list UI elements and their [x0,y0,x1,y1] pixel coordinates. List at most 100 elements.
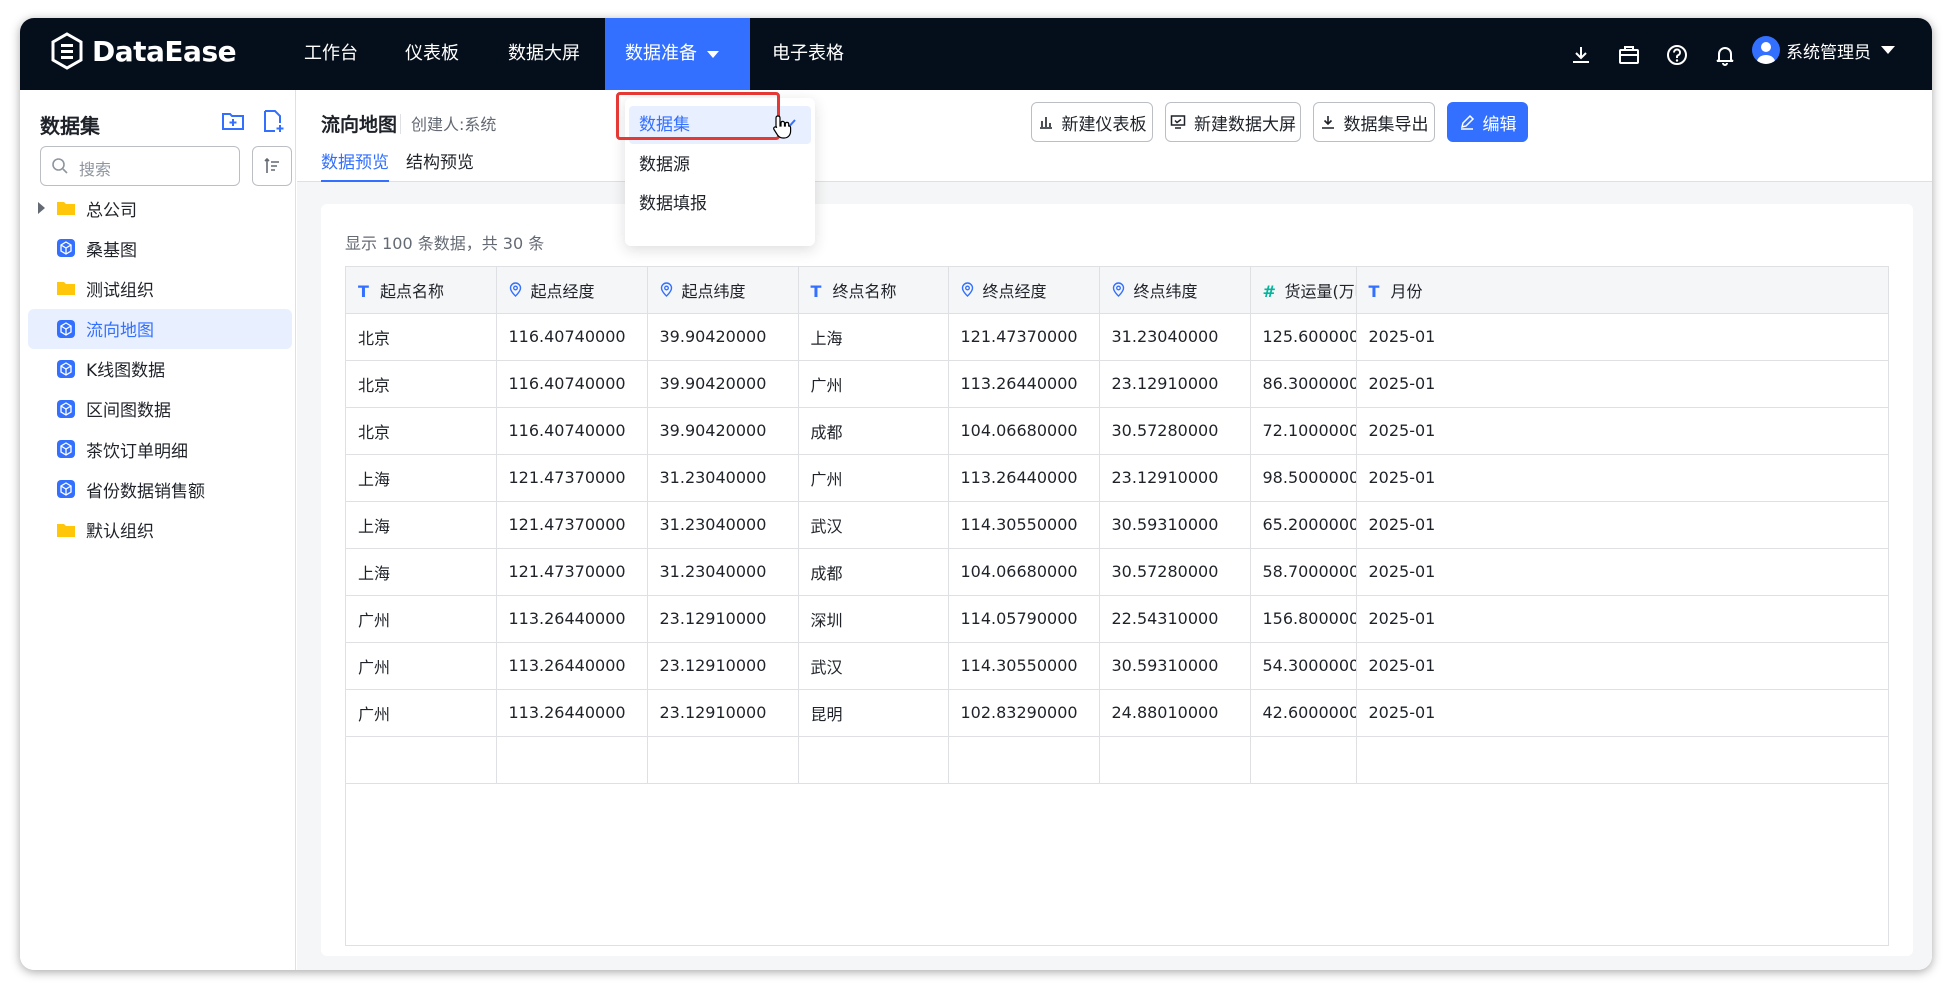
table-cell: 104.06680000 [948,407,1100,455]
location-type-icon [509,282,523,301]
table-row [346,736,1888,784]
nav-item-workbench[interactable]: 工作台 [304,18,358,90]
screen-icon [1170,115,1186,129]
caret-down-icon [707,50,719,58]
bell-icon[interactable] [1714,44,1736,66]
table-cell: 39.90420000 [647,360,799,408]
column-header[interactable]: 终点经度 [948,267,1100,314]
user-menu[interactable]: 系统管理员 [1752,36,1895,64]
column-header[interactable]: 起点纬度 [647,267,799,314]
table-row: 上海 121.47370000 31.23040000 武汉 114.30550000 3… [346,501,1888,549]
dataset-cube-icon [57,480,75,499]
search-input[interactable]: 搜索 [40,146,240,186]
table-cell: 2025-01 [1356,313,1888,361]
export-dataset-label: 数据集导出 [1343,114,1429,135]
table-cell: 上海 [798,313,949,361]
tree-item-folder[interactable]: 默认组织 [28,510,292,550]
column-header[interactable]: T 月份 [1356,267,1888,314]
table-cell: 65.20000000 [1250,501,1357,549]
column-header-label: 终点纬度 [1133,281,1198,301]
table-cell: 121.47370000 [496,501,648,549]
table-cell: 广州 [346,595,497,643]
tab-structure-preview[interactable]: 结构预览 [406,148,474,182]
expand-arrow-icon[interactable] [38,202,45,214]
export-dataset-button[interactable]: 数据集导出 [1313,102,1435,142]
logo[interactable]: DataEase [50,32,237,70]
sort-button[interactable] [252,146,292,186]
nav-item-data-prep-label: 数据准备 [625,43,697,64]
table-cell [1250,736,1357,784]
sidebar-title: 数据集 [40,114,100,138]
dropdown-item-data-filling[interactable]: 数据填报 [629,185,811,223]
table-cell: 31.23040000 [647,454,799,502]
column-header[interactable]: 起点经度 [496,267,648,314]
sidebar: 数据集 搜索 总公司 桑基图 测试组织 流向地图 K线图数据 区间图数据 茶饮订… [20,90,296,970]
table-cell: 42.60000000 [1250,689,1357,737]
table-cell: 2025-01 [1356,548,1888,596]
main-header: 流向地图 创建人:系统 数据预览 结构预览 新建仪表板 新建数据大屏 数据集导出… [297,90,1932,182]
table-cell: 104.06680000 [948,548,1100,596]
tree-item-dataset-selected[interactable]: 流向地图 [28,308,292,349]
table-cell: 86.30000000 [1250,360,1357,408]
edit-button[interactable]: 编辑 [1447,102,1528,142]
table-cell: 113.26440000 [948,360,1100,408]
tree-item-dataset[interactable]: 省份数据销售额 [28,469,292,509]
help-icon[interactable] [1666,44,1688,66]
table-cell: 深圳 [798,595,949,643]
table-cell: 2025-01 [1356,501,1888,549]
edit-label: 编辑 [1482,114,1517,135]
column-header[interactable]: # 货运量(万吨 [1250,267,1357,314]
table-cell: 156.80000000 [1250,595,1357,643]
new-dashboard-button[interactable]: 新建仪表板 [1031,102,1153,142]
column-header[interactable]: 终点纬度 [1099,267,1251,314]
tab-data-preview[interactable]: 数据预览 [321,148,389,182]
table-cell: 30.57280000 [1099,407,1251,455]
column-header-label: 月份 [1390,281,1423,301]
nav-item-dashboard[interactable]: 仪表板 [405,18,459,90]
tree-item-folder[interactable]: 总公司 [28,188,292,228]
table-cell: 30.59310000 [1099,642,1251,690]
table-cell: 昆明 [798,689,949,737]
table-cell: 30.59310000 [1099,501,1251,549]
dropdown-item-label: 数据填报 [639,194,707,214]
download-icon [1321,116,1334,129]
table-cell: 31.23040000 [647,548,799,596]
text-type-icon: T [810,281,822,301]
new-dataset-icon[interactable] [260,108,286,134]
tree-item-dataset[interactable]: 茶饮订单明细 [28,429,292,469]
table-cell: 23.12910000 [647,595,799,643]
table-cell: 广州 [346,642,497,690]
briefcase-icon[interactable] [1618,44,1640,66]
data-table-container[interactable]: T起点名称起点经度起点纬度 T 终点名称 终点经度 终点纬度 #货运量(万吨T月份 北京1… [345,266,1889,946]
table-cell: 121.47370000 [496,454,648,502]
nav-item-data-prep[interactable]: 数据准备 [605,18,750,90]
dropdown-item-datasource[interactable]: 数据源 [629,146,811,184]
column-header-label: 终点名称 [832,281,897,301]
table-cell [346,736,497,784]
tree-item-label: 区间图数据 [86,401,171,422]
nav-item-spreadsheet[interactable]: 电子表格 [772,18,844,90]
dataease-logo-icon [51,32,83,70]
tree-item-dataset[interactable]: K线图数据 [28,349,292,389]
new-folder-icon[interactable] [220,108,246,134]
tree-item-folder[interactable]: 测试组织 [28,268,292,308]
search-icon [52,158,68,174]
nav-item-data-screen[interactable]: 数据大屏 [508,18,580,90]
column-header[interactable]: T 终点名称 [798,267,949,314]
tree-item-dataset[interactable]: 区间图数据 [28,389,292,429]
tree-item-dataset[interactable]: 桑基图 [28,228,292,268]
new-data-screen-button[interactable]: 新建数据大屏 [1165,102,1301,142]
table-cell: 23.12910000 [1099,454,1251,502]
table-cell: 121.47370000 [948,313,1100,361]
table-cell: 武汉 [798,642,949,690]
table-cell: 114.30550000 [948,642,1100,690]
app-window: DataEase 工作台 仪表板 数据大屏 数据准备 电子表格 系统管理员 数据… [20,18,1932,970]
table-cell: 113.26440000 [496,642,648,690]
column-header[interactable]: T 起点名称 [346,267,497,314]
tree-item-label: 省份数据销售额 [86,481,205,502]
table-row: 北京 116.40740000 39.90420000 成都 104.06680000 3… [346,407,1888,455]
dataset-cube-icon [57,440,75,459]
table-row: 上海 121.47370000 31.23040000 广州 113.26440000 2… [346,454,1888,502]
download-icon[interactable] [1570,44,1592,66]
location-type-icon [961,282,975,301]
